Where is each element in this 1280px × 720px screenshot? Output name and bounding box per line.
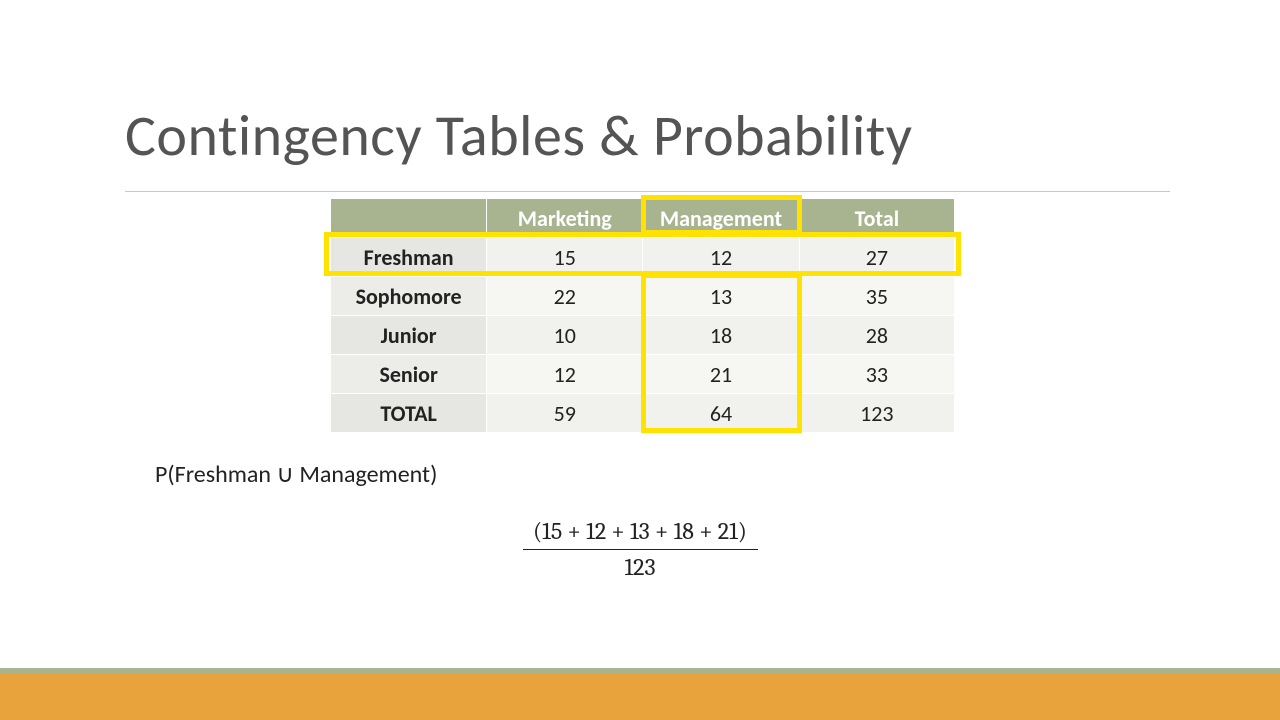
table-row-total: TOTAL 59 64 123 <box>331 394 955 433</box>
fraction-numerator: (15 + 12 + 13 + 18 + 21) <box>0 516 1280 547</box>
contingency-table: Marketing Management Total Freshman 15 1… <box>330 198 955 433</box>
cell: 21 <box>643 355 799 394</box>
cell: 15 <box>487 238 643 277</box>
cell: 64 <box>643 394 799 433</box>
cell: 12 <box>643 238 799 277</box>
table-row: Freshman 15 12 27 <box>331 238 955 277</box>
row-label-freshman: Freshman <box>331 238 487 277</box>
cell: 27 <box>799 238 954 277</box>
row-label-total: TOTAL <box>331 394 487 433</box>
fraction-bar <box>523 549 758 550</box>
probability-expression-label: P(Freshman ∪ Management) <box>155 460 437 489</box>
table-header-row: Marketing Management Total <box>331 199 955 238</box>
cell: 12 <box>487 355 643 394</box>
cell: 10 <box>487 316 643 355</box>
header-marketing: Marketing <box>487 199 643 238</box>
header-total: Total <box>799 199 954 238</box>
table-row: Senior 12 21 33 <box>331 355 955 394</box>
cell: 35 <box>799 277 954 316</box>
footer-stripe-orange <box>0 674 1280 720</box>
probability-fraction: (15 + 12 + 13 + 18 + 21) 123 <box>0 516 1280 583</box>
cell: 123 <box>799 394 954 433</box>
row-label-junior: Junior <box>331 316 487 355</box>
cell: 33 <box>799 355 954 394</box>
header-management: Management <box>643 199 799 238</box>
slide-title: Contingency Tables & Probability <box>125 100 913 171</box>
header-corner <box>331 199 487 238</box>
row-label-sophomore: Sophomore <box>331 277 487 316</box>
fraction-denominator: 123 <box>0 552 1280 583</box>
cell: 13 <box>643 277 799 316</box>
cell: 59 <box>487 394 643 433</box>
slide: Contingency Tables & Probability Marketi… <box>0 0 1280 720</box>
table-row: Junior 10 18 28 <box>331 316 955 355</box>
slide-footer <box>0 668 1280 720</box>
cell: 22 <box>487 277 643 316</box>
row-label-senior: Senior <box>331 355 487 394</box>
title-divider <box>125 191 1170 192</box>
table-row: Sophomore 22 13 35 <box>331 277 955 316</box>
cell: 28 <box>799 316 954 355</box>
contingency-table-wrap: Marketing Management Total Freshman 15 1… <box>330 198 955 433</box>
cell: 18 <box>643 316 799 355</box>
